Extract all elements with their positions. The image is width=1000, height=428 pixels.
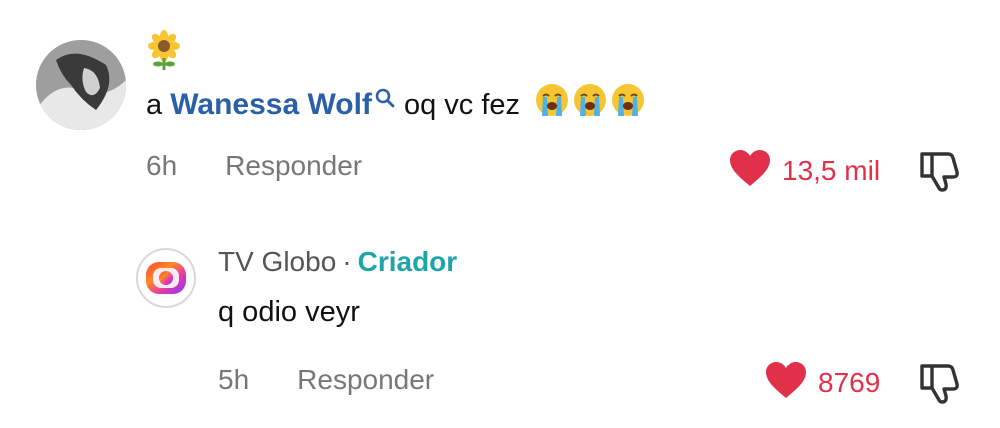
reply-time: 5h — [218, 364, 250, 395]
loudly-crying-face-icon — [610, 82, 646, 131]
comment-text-prefix: a — [146, 89, 163, 122]
dislike-button[interactable] — [916, 150, 966, 197]
reply-text: q odio veyr — [218, 296, 360, 328]
comment-time: 6h — [146, 150, 178, 181]
separator: · — [342, 246, 352, 277]
comment-meta: 6h Responder — [146, 150, 362, 182]
like-button[interactable]: 8769 — [764, 360, 880, 405]
dislike-button[interactable] — [916, 362, 966, 409]
search-icon[interactable] — [374, 78, 396, 122]
reply-button[interactable]: Responder — [225, 150, 362, 181]
creator-badge: Criador — [357, 246, 458, 277]
reply-header: TV Globo · Criador — [218, 246, 457, 278]
thumbs-down-icon[interactable] — [916, 152, 966, 196]
thumbs-down-icon[interactable] — [916, 364, 966, 408]
reply-author[interactable]: TV Globo — [218, 246, 336, 277]
like-count: 13,5 mil — [782, 154, 881, 186]
commenter-avatar[interactable] — [36, 40, 126, 130]
comment-text-suffix: oq vc fez — [403, 89, 521, 122]
loudly-crying-face-icon — [572, 82, 608, 131]
tv-globo-avatar[interactable] — [136, 248, 196, 308]
comment-text: a Wanessa Wolf oq vc fez — [146, 82, 646, 131]
sunflower-icon — [146, 30, 182, 70]
like-button[interactable]: 13,5 mil — [728, 148, 880, 193]
mention-link[interactable]: Wanessa Wolf — [170, 88, 372, 121]
like-count: 8769 — [818, 366, 881, 398]
reply-meta: 5h Responder — [218, 364, 434, 396]
loudly-crying-face-icon — [534, 82, 570, 131]
reply-button[interactable]: Responder — [297, 364, 434, 395]
heart-icon[interactable] — [728, 148, 772, 193]
heart-icon[interactable] — [764, 360, 808, 405]
